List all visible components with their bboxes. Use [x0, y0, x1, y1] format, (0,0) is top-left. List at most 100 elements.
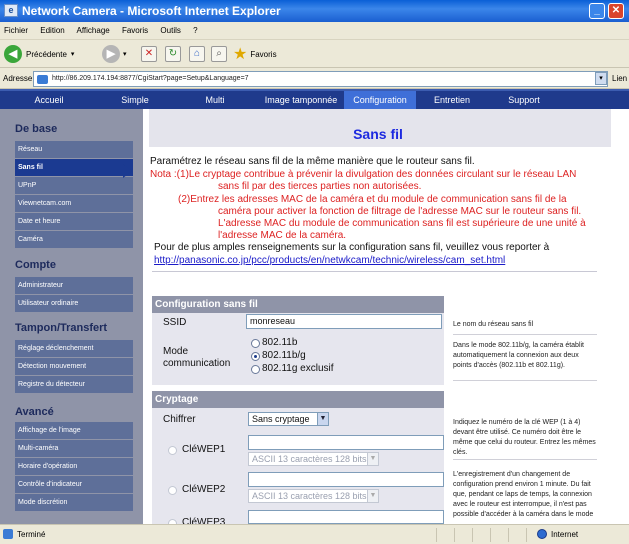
- chevron-down-icon: ▼: [367, 453, 378, 465]
- home-button[interactable]: ⌂: [189, 44, 205, 64]
- wep2-type-value: ASCII 13 caractères 128 bits: [252, 491, 367, 501]
- tab-image-tamponnee[interactable]: Image tamponnée: [258, 91, 344, 109]
- wep1-input[interactable]: [248, 435, 444, 450]
- links-label[interactable]: Lien: [612, 74, 627, 83]
- sidebar-item-sans-fil[interactable]: Sans fil: [15, 159, 133, 177]
- internet-globe-icon: [537, 529, 547, 539]
- minimize-icon[interactable]: _: [589, 3, 605, 19]
- sidebar-item-camera[interactable]: Caméra: [15, 231, 133, 249]
- note-1-line-2: sans fil par des tierces parties non aut…: [218, 181, 422, 192]
- sidebar-heading-compte: Compte: [15, 259, 56, 271]
- address-label: Adresse: [3, 74, 33, 83]
- browser-toolbar: ◀ Précédente ▾ ▶ ▾ ✕ ↻ ⌂ ⌕ ★ Favoris: [0, 40, 629, 68]
- divider: [152, 271, 597, 272]
- sidebar-item-reglage-declenchement[interactable]: Réglage déclenchement: [15, 340, 133, 358]
- cipher-select-value: Sans cryptage: [252, 414, 310, 424]
- menu-edition[interactable]: Edition: [40, 26, 64, 35]
- menu-favoris[interactable]: Favoris: [122, 26, 148, 35]
- radio-802-11bg[interactable]: [251, 352, 260, 361]
- menu-fichier[interactable]: Fichier: [4, 26, 28, 35]
- status-segment: [490, 528, 506, 542]
- status-segment: [508, 528, 524, 542]
- wireless-help-link[interactable]: http://panasonic.co.jp/pcc/products/en/n…: [154, 255, 505, 266]
- zone-text: Internet: [551, 530, 579, 539]
- close-icon[interactable]: ✕: [608, 3, 624, 19]
- sidebar-item-upnp[interactable]: UPnP: [15, 177, 133, 195]
- back-button[interactable]: ◀ Précédente ▾: [4, 44, 74, 64]
- tab-multi[interactable]: Multi: [172, 91, 258, 109]
- radio-wep1[interactable]: [168, 446, 177, 455]
- forward-arrow-icon: ▶: [102, 45, 120, 63]
- dropdown-arrow-icon[interactable]: ▾: [71, 50, 75, 58]
- sidebar-item-horaire[interactable]: Horaire d'opération: [15, 458, 133, 476]
- status-text: Terminé: [17, 530, 46, 539]
- page-done-icon: [3, 529, 13, 539]
- chevron-down-icon: ▼: [317, 413, 328, 425]
- note-2-line-3: L'adresse MAC du module de communication…: [218, 218, 586, 229]
- tab-entretien[interactable]: Entretien: [416, 91, 488, 109]
- save-help: L'enregistrement d'un changement de conf…: [453, 471, 594, 518]
- stop-icon: ✕: [141, 46, 157, 62]
- intro-text: Paramétrez le réseau sans fil de la même…: [150, 156, 475, 167]
- sidebar-item-administrateur[interactable]: Administrateur: [15, 277, 133, 295]
- cipher-select[interactable]: Sans cryptage ▼: [248, 412, 329, 426]
- wep3-label: CléWEP3: [182, 517, 226, 524]
- camera-nav-bar: Accueil Simple Multi Image tamponnée Con…: [0, 89, 629, 109]
- tab-configuration[interactable]: Configuration: [344, 91, 416, 109]
- sidebar-item-date-heure[interactable]: Date et heure: [15, 213, 133, 231]
- sidebar-item-affichage-image[interactable]: Affichage de l'image: [15, 422, 133, 440]
- back-arrow-icon: ◀: [4, 45, 22, 63]
- tab-accueil[interactable]: Accueil: [0, 91, 98, 109]
- dropdown-arrow-icon[interactable]: ▾: [123, 50, 127, 58]
- search-button[interactable]: ⌕: [211, 44, 227, 64]
- sidebar-item-controle-indicateur[interactable]: Contrôle d'indicateur: [15, 476, 133, 494]
- ssid-label: SSID: [163, 317, 187, 328]
- menu-affichage[interactable]: Affichage: [77, 26, 110, 35]
- window-title-bar: e Network Camera - Microsoft Internet Ex…: [0, 0, 629, 22]
- radio-wep2[interactable]: [168, 486, 177, 495]
- sidebar: De base Réseau Sans fil UPnP Viewnetcam.…: [0, 109, 143, 524]
- sidebar-item-viewnetcam[interactable]: Viewnetcam.com: [15, 195, 133, 213]
- ssid-input[interactable]: monreseau: [246, 314, 442, 329]
- sidebar-item-detection-mouvement[interactable]: Détection mouvement: [15, 358, 133, 376]
- wep1-type-select[interactable]: ASCII 13 caractères 128 bits ▼: [248, 452, 379, 466]
- status-segment: [436, 528, 452, 542]
- wep3-input[interactable]: [248, 510, 444, 524]
- forward-button[interactable]: ▶ ▾: [102, 44, 127, 64]
- stop-button[interactable]: ✕: [141, 44, 157, 64]
- status-segment: [472, 528, 488, 542]
- note-2-line-2: caméra pour activer la fonction de filtr…: [218, 206, 582, 217]
- menu-help[interactable]: ?: [193, 26, 197, 35]
- address-input[interactable]: http://86.209.174.194:8877/CgiStart?page…: [33, 71, 608, 87]
- address-dropdown-button[interactable]: ▾: [595, 72, 607, 85]
- status-segment: [454, 528, 470, 542]
- menu-outils[interactable]: Outils: [160, 26, 180, 35]
- wep2-type-select[interactable]: ASCII 13 caractères 128 bits ▼: [248, 489, 379, 503]
- favorites-label: Favoris: [250, 49, 277, 59]
- sidebar-item-registre-detecteur[interactable]: Registre du détecteur: [15, 376, 133, 394]
- sidebar-item-utilisateur[interactable]: Utilisateur ordinaire: [15, 295, 133, 313]
- refresh-button[interactable]: ↻: [165, 44, 181, 64]
- cipher-help: Indiquez le numéro de la clé WEP (1 à 4)…: [453, 418, 597, 460]
- radio-802-11b[interactable]: [251, 339, 260, 348]
- home-icon: ⌂: [189, 46, 205, 62]
- cipher-label: Chiffrer: [163, 414, 196, 425]
- sidebar-item-reseau[interactable]: Réseau: [15, 141, 133, 159]
- wep2-input[interactable]: [248, 472, 444, 487]
- favorites-button[interactable]: ★ Favoris: [233, 44, 277, 64]
- sidebar-item-mode-discretion[interactable]: Mode discrétion: [15, 494, 133, 512]
- radio-802-11g-exclusif[interactable]: [251, 365, 260, 374]
- more-info-text: Pour de plus amples renseignements sur l…: [154, 242, 550, 253]
- tab-support[interactable]: Support: [488, 91, 560, 109]
- active-item-arrow-icon: [123, 164, 132, 178]
- wep1-label: CléWEP1: [182, 444, 226, 455]
- radio-802-11b-label: 802.11b: [262, 337, 298, 348]
- back-label: Précédente: [26, 49, 67, 59]
- refresh-icon: ↻: [165, 46, 181, 62]
- mode-label-line-2: communication: [163, 358, 231, 369]
- sidebar-item-multi-camera[interactable]: Multi-caméra: [15, 440, 133, 458]
- status-bar: Terminé Internet: [0, 524, 629, 544]
- section-cryptage: Cryptage: [152, 391, 444, 408]
- tab-simple[interactable]: Simple: [98, 91, 172, 109]
- section-config-sans-fil: Configuration sans fil: [152, 296, 444, 313]
